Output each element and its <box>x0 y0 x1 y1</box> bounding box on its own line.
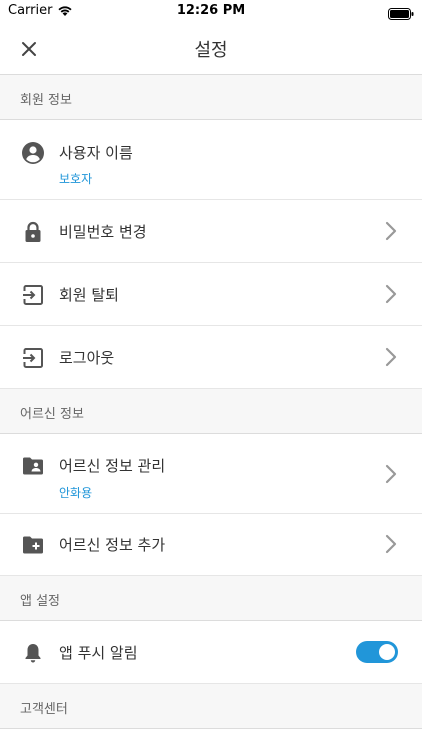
navigation-bar: 설정 <box>0 22 422 75</box>
withdraw-label: 회원 탈퇴 <box>59 286 119 304</box>
section-customer-center: 고객센터 <box>0 684 422 729</box>
clock: 12:26 PM <box>176 3 246 18</box>
change-password-row[interactable]: 비밀번호 변경 <box>0 200 422 263</box>
section-elder-info: 어르신 정보 <box>0 389 422 434</box>
section-header-label: 앱 설정 <box>20 594 61 609</box>
status-bar: Carrier 12:26 PM <box>0 0 422 22</box>
chevron-right-icon <box>385 347 397 367</box>
add-elder-label: 어르신 정보 추가 <box>59 536 166 554</box>
username-title: 사용자 이름 <box>59 144 133 162</box>
push-notification-label: 앱 푸시 알림 <box>59 644 138 662</box>
toggle-knob <box>379 644 395 660</box>
chevron-right-icon <box>385 221 397 241</box>
folder-add-icon <box>23 536 43 554</box>
logout-row[interactable]: 로그아웃 <box>0 326 422 389</box>
section-header-label: 고객센터 <box>20 702 68 717</box>
exit-to-app-icon <box>23 285 43 305</box>
section-app-settings: 앱 설정 <box>0 576 422 621</box>
lock-icon <box>25 221 41 242</box>
account-circle-icon <box>22 142 44 164</box>
username-row[interactable]: 사용자 이름 보호자 <box>0 120 422 200</box>
chevron-right-icon <box>385 284 397 304</box>
elder-name-value: 안화용 <box>59 486 93 500</box>
chevron-right-icon <box>385 464 397 484</box>
page-title: 설정 <box>194 40 228 61</box>
add-elder-row[interactable]: 어르신 정보 추가 <box>0 514 422 576</box>
chevron-right-icon <box>385 534 397 554</box>
folder-person-icon <box>23 457 43 475</box>
logout-label: 로그아웃 <box>59 349 115 367</box>
manage-elder-label: 어르신 정보 관리 <box>59 457 166 475</box>
push-notification-row: 앱 푸시 알림 <box>0 621 422 684</box>
section-member-info: 회원 정보 <box>0 75 422 120</box>
section-header-label: 어르신 정보 <box>20 407 84 422</box>
username-value: 보호자 <box>59 172 93 186</box>
section-header-label: 회원 정보 <box>20 93 72 108</box>
change-password-label: 비밀번호 변경 <box>59 223 147 241</box>
exit-to-app-icon <box>23 348 43 368</box>
manage-elder-row[interactable]: 어르신 정보 관리 안화용 <box>0 434 422 514</box>
withdraw-row[interactable]: 회원 탈퇴 <box>0 263 422 326</box>
bell-icon <box>25 644 41 663</box>
push-notification-toggle[interactable] <box>356 641 398 663</box>
